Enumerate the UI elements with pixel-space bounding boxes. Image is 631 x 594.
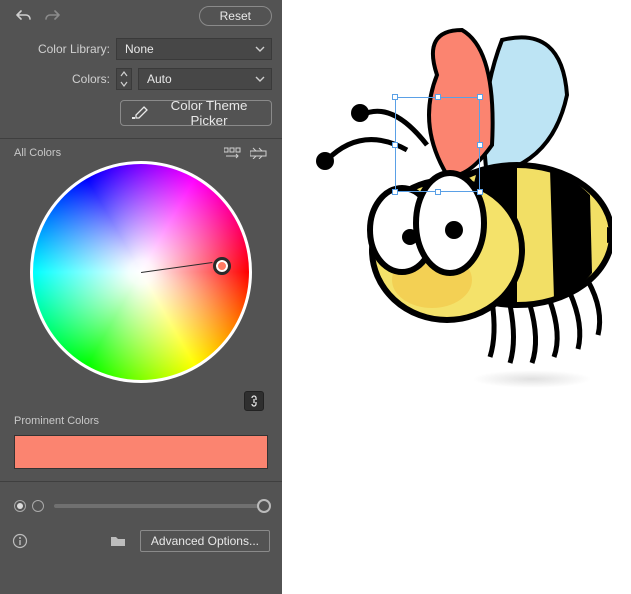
selection-handle-nw[interactable] xyxy=(392,94,398,100)
random-order-icon[interactable] xyxy=(250,147,268,159)
bee-shadow xyxy=(472,370,592,388)
all-colors-header: All Colors xyxy=(0,147,282,161)
selection-handle-sw[interactable] xyxy=(392,189,398,195)
eyedropper-icon xyxy=(131,105,149,121)
slider-handle[interactable] xyxy=(257,499,271,513)
reset-button[interactable]: Reset xyxy=(199,6,272,26)
info-icon[interactable] xyxy=(12,533,28,549)
chevron-up-icon xyxy=(117,69,131,79)
chevron-down-icon xyxy=(117,79,131,89)
folder-icon[interactable] xyxy=(110,534,126,548)
artboard[interactable] xyxy=(282,0,631,594)
colors-stepper[interactable] xyxy=(116,68,132,90)
selection-handle-se[interactable] xyxy=(477,189,483,195)
bottom-row: Advanced Options... xyxy=(0,522,282,564)
selection-handle-e[interactable] xyxy=(477,142,483,148)
radio-option-2[interactable] xyxy=(32,500,44,512)
topbar: Reset xyxy=(0,0,282,34)
advanced-options-button[interactable]: Advanced Options... xyxy=(140,530,270,552)
colors-row: Colors: Auto xyxy=(0,64,282,94)
redo-icon[interactable] xyxy=(44,8,60,24)
link-colors-icon[interactable] xyxy=(244,391,264,411)
selection-handle-s[interactable] xyxy=(435,189,441,195)
selection-handle-n[interactable] xyxy=(435,94,441,100)
brightness-row xyxy=(0,490,282,522)
brightness-slider[interactable] xyxy=(54,504,268,508)
prominent-colors-header: Prominent Colors xyxy=(0,415,282,429)
link-row xyxy=(0,389,282,415)
divider xyxy=(0,138,282,139)
color-library-label: Color Library: xyxy=(0,42,110,56)
prominent-colors-swatches xyxy=(0,429,282,479)
radio-option-1[interactable] xyxy=(14,500,26,512)
colors-label: Colors: xyxy=(0,72,110,86)
color-theme-picker-row: Color Theme Picker xyxy=(0,94,282,136)
color-library-row: Color Library: None xyxy=(0,34,282,64)
colors-value: Auto xyxy=(147,72,172,86)
mode-radios xyxy=(14,500,44,512)
color-theme-picker-button[interactable]: Color Theme Picker xyxy=(120,100,272,126)
color-wheel-area xyxy=(0,161,282,389)
color-theme-picker-label: Color Theme Picker xyxy=(157,98,261,128)
selection-handle-ne[interactable] xyxy=(477,94,483,100)
undo-redo-group xyxy=(16,8,60,24)
prominent-swatch[interactable] xyxy=(14,435,268,469)
selection-handle-w[interactable] xyxy=(392,142,398,148)
colors-dropdown[interactable]: Auto xyxy=(138,68,272,90)
recolor-panel: Reset Color Library: None Colors: Auto C… xyxy=(0,0,282,594)
color-order-icon[interactable] xyxy=(224,147,242,159)
color-wheel[interactable] xyxy=(30,161,252,383)
undo-icon[interactable] xyxy=(16,8,32,24)
divider xyxy=(0,481,282,482)
chevron-down-icon xyxy=(255,74,265,84)
color-library-value: None xyxy=(125,42,154,56)
wheel-handle[interactable] xyxy=(213,257,231,275)
prominent-colors-label: Prominent Colors xyxy=(14,415,99,427)
bee-illustration xyxy=(292,5,612,385)
color-library-dropdown[interactable]: None xyxy=(116,38,272,60)
chevron-down-icon xyxy=(255,44,265,54)
wheel-radius-line xyxy=(141,262,212,273)
all-colors-label: All Colors xyxy=(14,147,61,159)
selection-bounding-box[interactable] xyxy=(395,97,480,192)
